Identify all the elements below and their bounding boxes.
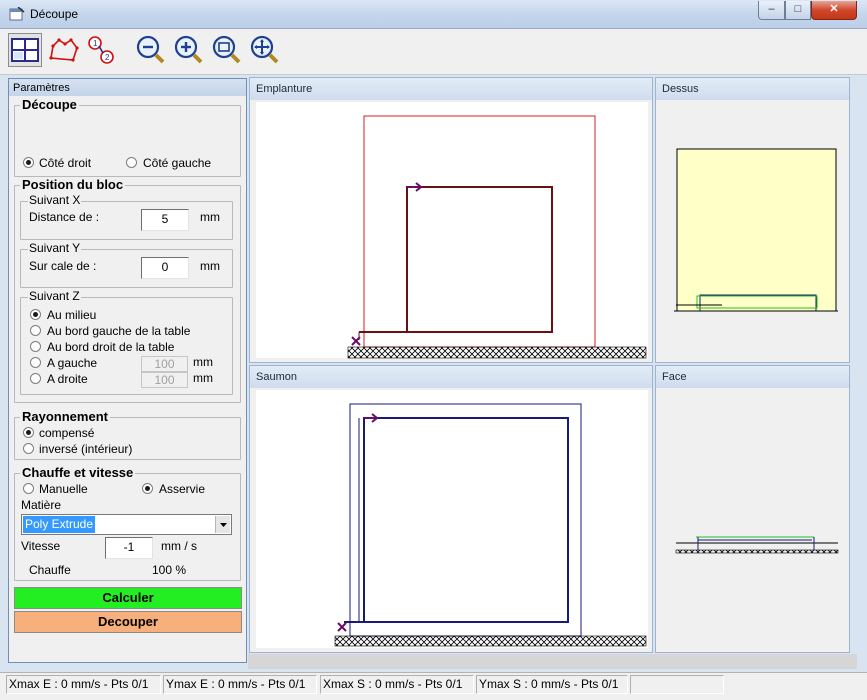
- zoom-in-icon: [174, 35, 203, 64]
- point-link-button[interactable]: 1 2: [84, 33, 118, 67]
- matiere-value: Poly Extrude: [23, 516, 96, 533]
- chauffe-legend: Chauffe et vitesse: [20, 465, 136, 480]
- z-right-unit: mm: [193, 371, 213, 385]
- layout-grid-button[interactable]: [8, 33, 42, 67]
- dessus-title: Dessus: [656, 78, 849, 100]
- zoom-fit-icon: [212, 35, 241, 64]
- cale-input[interactable]: 0: [141, 257, 189, 279]
- chauffe-label: Chauffe: [29, 563, 71, 577]
- chevron-down-icon[interactable]: [215, 516, 230, 533]
- status-empty: [630, 675, 724, 694]
- zoom-in-button[interactable]: [172, 33, 206, 67]
- rayonnement-comp-radio[interactable]: [23, 427, 34, 438]
- window-title: Découpe: [30, 7, 79, 21]
- rayonnement-legend: Rayonnement: [20, 409, 110, 424]
- decouper-button[interactable]: Decouper: [14, 611, 242, 633]
- layout-grid-icon: [11, 38, 39, 62]
- dessus-view[interactable]: Dessus: [655, 77, 850, 363]
- zoom-fit-button[interactable]: [210, 33, 244, 67]
- emplanture-title: Emplanture: [250, 78, 652, 100]
- side-left-label: Côté gauche: [143, 156, 212, 170]
- svg-text:1: 1: [93, 39, 98, 48]
- rayonnement-inv-radio[interactable]: [23, 443, 34, 454]
- z-right-edge-label: Au bord droit de la table: [47, 340, 175, 354]
- status-xmax-s: Xmax S : 0 mm/s - Pts 0/1: [320, 675, 474, 694]
- suivant-y-legend: Suivant Y: [28, 241, 82, 255]
- dessus-canvas[interactable]: [662, 102, 848, 360]
- distance-unit: mm: [200, 210, 220, 224]
- z-middle-label: Au milieu: [47, 308, 97, 322]
- chauffe-auto-label: Asservie: [159, 482, 206, 496]
- window-right-border: [857, 75, 867, 670]
- close-button[interactable]: ✕: [811, 1, 857, 20]
- saumon-view[interactable]: Saumon: [249, 365, 653, 653]
- z-right-input[interactable]: 100: [141, 372, 188, 388]
- minimize-button[interactable]: –: [758, 1, 785, 20]
- zoom-out-icon: [136, 35, 165, 64]
- maximize-button[interactable]: □: [785, 1, 811, 20]
- z-left-radio[interactable]: [30, 357, 41, 368]
- face-canvas[interactable]: [662, 390, 848, 650]
- chauffe-manual-label: Manuelle: [39, 482, 88, 496]
- position-legend: Position du bloc: [20, 177, 126, 192]
- saumon-canvas[interactable]: [256, 390, 648, 650]
- calculer-button[interactable]: Calculer: [14, 587, 242, 609]
- side-right-radio[interactable]: [23, 157, 34, 168]
- matiere-label: Matière: [21, 498, 62, 512]
- rayonnement-inv-label: inversé (intérieur): [39, 442, 133, 456]
- toolbar: [0, 29, 867, 75]
- suivant-x-legend: Suivant X: [28, 193, 82, 207]
- z-left-label: A gauche: [47, 356, 98, 370]
- rayonnement-comp-label: compensé: [39, 426, 95, 440]
- suivant-z-legend: Suivant Z: [28, 289, 81, 303]
- vitesse-input[interactable]: -1: [105, 537, 153, 559]
- cut-path-button[interactable]: [46, 33, 80, 67]
- bottom-separator: [248, 654, 857, 669]
- status-ymax-s: Ymax S : 0 mm/s - Pts 0/1: [476, 675, 628, 694]
- face-view[interactable]: Face: [655, 365, 850, 653]
- z-left-edge-radio[interactable]: [30, 325, 41, 336]
- vitesse-unit: mm / s: [161, 539, 197, 553]
- chauffe-value: 100 %: [152, 563, 187, 577]
- emplanture-view[interactable]: Emplanture: [249, 77, 653, 363]
- chauffe-auto-radio[interactable]: [142, 483, 153, 494]
- z-right-label: A droite: [47, 372, 88, 386]
- title-bar[interactable]: [0, 0, 867, 29]
- cale-unit: mm: [200, 259, 220, 273]
- vitesse-label: Vitesse: [21, 539, 61, 553]
- z-middle-radio[interactable]: [30, 309, 41, 320]
- cale-label: Sur cale de :: [29, 259, 97, 273]
- status-xmax-e: Xmax E : 0 mm/s - Pts 0/1: [6, 675, 161, 694]
- face-title: Face: [656, 366, 849, 388]
- zoom-pan-icon: [250, 35, 279, 64]
- side-right-label: Côté droit: [39, 156, 92, 170]
- app-window-icon: [9, 7, 25, 21]
- z-right-edge-radio[interactable]: [30, 341, 41, 352]
- zoom-pan-button[interactable]: [248, 33, 282, 67]
- point-link-icon: 1 2: [88, 36, 114, 64]
- z-right-radio[interactable]: [30, 373, 41, 384]
- saumon-title: Saumon: [250, 366, 652, 388]
- cut-path-icon: [49, 38, 79, 62]
- parameters-header: Paramètres: [9, 79, 246, 96]
- z-left-edge-label: Au bord gauche de la table: [47, 324, 191, 338]
- emplanture-canvas[interactable]: [256, 102, 648, 360]
- side-left-radio[interactable]: [126, 157, 137, 168]
- svg-text:2: 2: [105, 53, 110, 62]
- distance-input[interactable]: 5: [141, 209, 189, 231]
- status-ymax-e: Ymax E : 0 mm/s - Pts 0/1: [163, 675, 317, 694]
- z-left-input[interactable]: 100: [141, 356, 188, 372]
- matiere-select[interactable]: Poly Extrude: [21, 514, 232, 535]
- distance-label: Distance de :: [29, 210, 100, 224]
- decoupe-legend: Découpe: [20, 97, 79, 112]
- z-left-unit: mm: [193, 355, 213, 369]
- zoom-out-button[interactable]: [134, 33, 168, 67]
- chauffe-manual-radio[interactable]: [23, 483, 34, 494]
